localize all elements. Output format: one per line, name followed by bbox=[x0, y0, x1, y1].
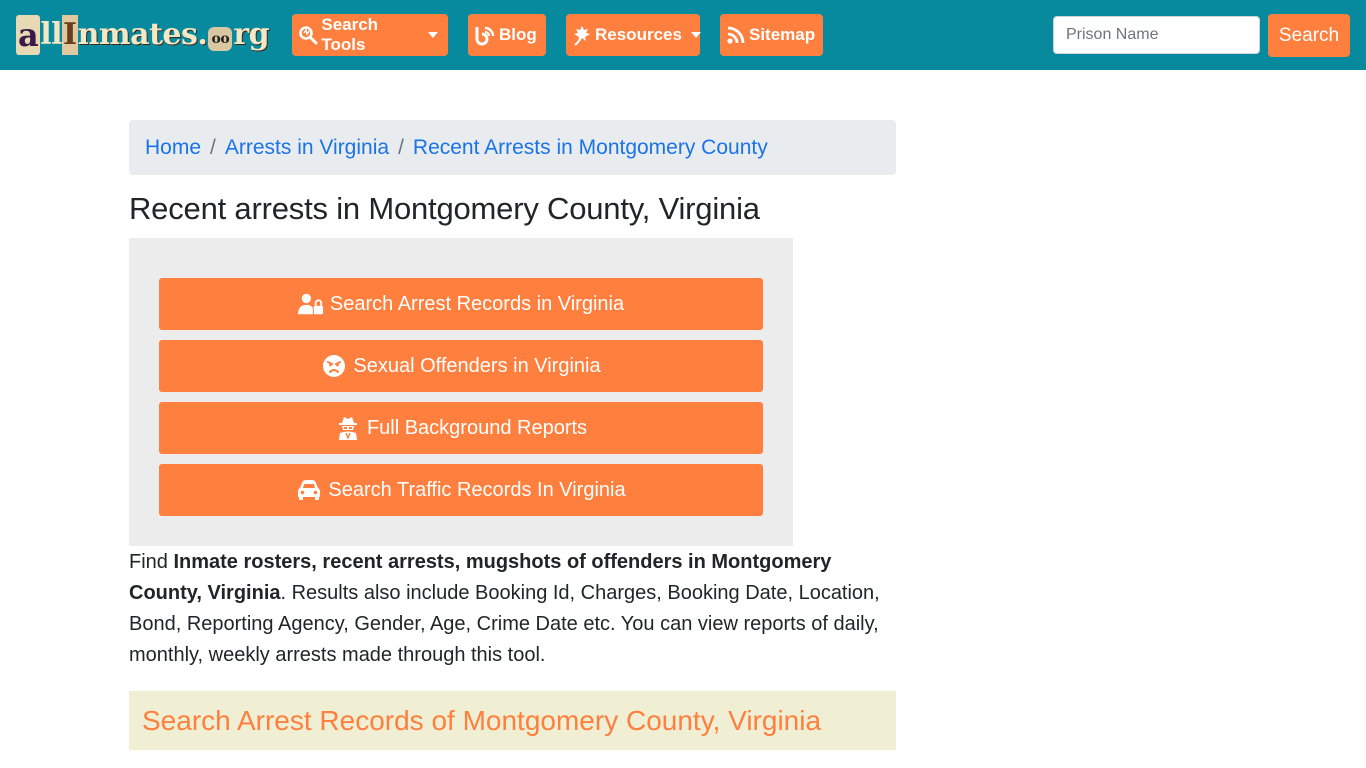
site-logo[interactable]: a ll Inmates. oo rg bbox=[16, 15, 270, 55]
action-label: Sexual Offenders in Virginia bbox=[353, 354, 601, 377]
nav-resources-label: Resources bbox=[595, 25, 682, 44]
description-prefix: Find bbox=[129, 551, 174, 573]
nav-blog-button[interactable]: Blog bbox=[468, 14, 546, 56]
search-button[interactable]: Search bbox=[1268, 14, 1350, 57]
car-icon bbox=[296, 478, 322, 502]
page-description: Find Inmate rosters, recent arrests, mug… bbox=[129, 547, 899, 671]
breadcrumb-separator: / bbox=[210, 135, 216, 159]
user-secret-icon bbox=[335, 416, 361, 440]
angry-face-icon bbox=[321, 354, 347, 378]
breadcrumb-home[interactable]: Home bbox=[145, 136, 201, 160]
page-title: Recent arrests in Montgomery County, Vir… bbox=[129, 191, 760, 226]
logo-text-tail: rg bbox=[233, 17, 270, 52]
breadcrumb-recent-arrests-montgomery[interactable]: Recent Arrests in Montgomery County bbox=[413, 136, 768, 160]
full-background-reports-button[interactable]: Full Background Reports bbox=[159, 402, 763, 454]
logo-letter-i: I bbox=[62, 15, 78, 55]
breadcrumb: Home / Arrests in Virginia / Recent Arre… bbox=[129, 120, 896, 175]
logo-text: nmates. bbox=[77, 17, 208, 52]
chevron-down-icon bbox=[428, 32, 438, 38]
blogger-icon bbox=[474, 24, 496, 46]
search-traffic-records-button[interactable]: Search Traffic Records In Virginia bbox=[159, 464, 763, 516]
action-panel: Search Arrest Records in Virginia Sexual… bbox=[129, 238, 793, 546]
action-label: Search Arrest Records in Virginia bbox=[329, 292, 625, 315]
nav-search-tools-label: Search Tools bbox=[321, 15, 379, 54]
nav-sitemap-button[interactable]: Sitemap bbox=[720, 14, 823, 56]
prison-name-search-input[interactable] bbox=[1053, 16, 1260, 54]
search-arrest-records-button[interactable]: Search Arrest Records in Virginia bbox=[159, 278, 763, 330]
action-label: Full Background Reports bbox=[366, 416, 588, 439]
action-label: Search Traffic Records In Virginia bbox=[328, 478, 626, 501]
section-heading: Search Arrest Records of Montgomery Coun… bbox=[142, 704, 822, 736]
nav-sitemap-label: Sitemap bbox=[749, 25, 816, 44]
search-section-header: Search Arrest Records of Montgomery Coun… bbox=[129, 691, 896, 750]
rss-icon bbox=[726, 24, 746, 46]
sexual-offenders-button[interactable]: Sexual Offenders in Virginia bbox=[159, 340, 763, 392]
breadcrumb-separator: / bbox=[398, 135, 404, 159]
leaf-icon bbox=[572, 24, 592, 46]
nav-resources-button[interactable]: Resources bbox=[566, 14, 701, 56]
logo-letters-ll: ll bbox=[40, 17, 63, 52]
nav-blog-label: Blog bbox=[499, 25, 537, 44]
nav-search-tools-button[interactable]: Search Tools bbox=[292, 14, 448, 56]
chevron-down-icon bbox=[690, 32, 701, 38]
logo-handcuffs-icon: oo bbox=[208, 27, 233, 51]
breadcrumb-arrests-in-virginia[interactable]: Arrests in Virginia bbox=[225, 136, 389, 160]
search-tools-icon bbox=[298, 24, 318, 46]
user-lock-icon bbox=[297, 292, 324, 316]
top-navbar: a ll Inmates. oo rg Search Tools Blog Resour… bbox=[0, 0, 1366, 70]
logo-letter-a: a bbox=[16, 15, 41, 55]
